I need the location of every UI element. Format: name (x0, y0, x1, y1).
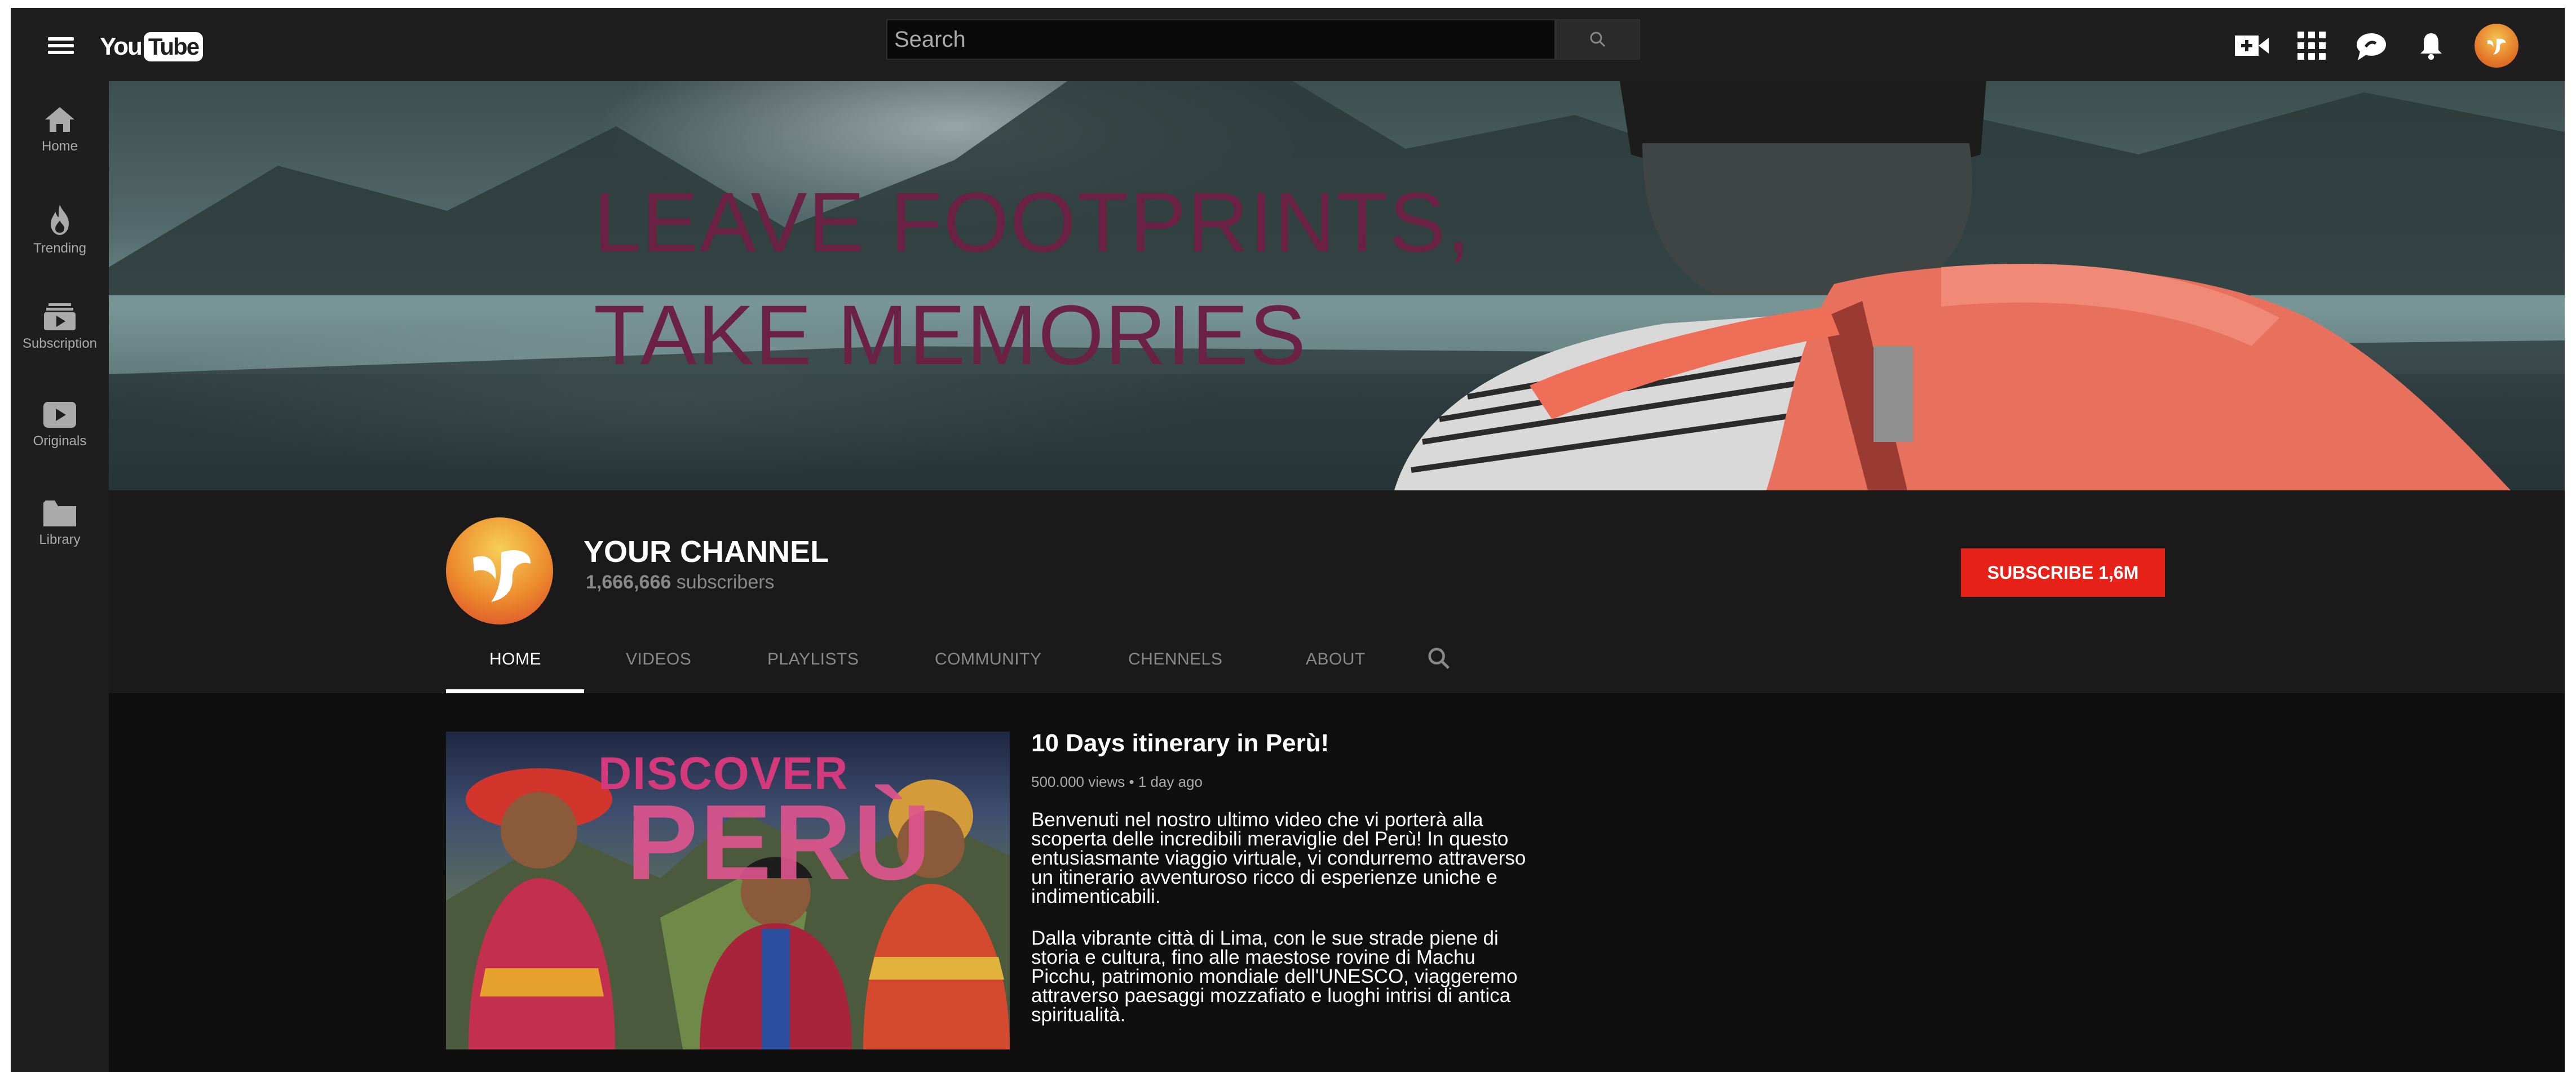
search-box (886, 19, 1556, 60)
menu-icon[interactable] (48, 37, 74, 54)
tab-channels[interactable]: CHENNELS (1128, 650, 1222, 693)
folder-icon (43, 500, 76, 526)
subscriber-count-label: subscribers (676, 572, 775, 593)
top-bar: You Tube (11, 8, 2565, 81)
account-avatar[interactable] (2475, 24, 2518, 68)
sidebar-item-label: Home (41, 139, 78, 154)
app-window: You Tube Search Home Trending Subscripti… (11, 8, 2565, 1072)
logo-tube-text: Tube (143, 32, 204, 61)
featured-video-thumbnail[interactable]: DISCOVER PERÙ (446, 732, 1010, 1049)
subscriber-count: 1,666,666 subscribers (586, 572, 775, 593)
notifications-button[interactable] (2411, 26, 2451, 65)
subscriptions-icon (44, 303, 76, 330)
sidebar: Home Trending Subscription Originals Lib… (11, 81, 109, 1072)
messages-icon (2357, 33, 2386, 60)
search-input[interactable] (887, 20, 1554, 59)
channel-banner: LEAVE FOOTPRINTS, TAKE MEMORIES (109, 81, 2565, 490)
youtube-logo[interactable]: You Tube (100, 29, 204, 64)
sidebar-item-label: Trending (33, 241, 86, 256)
sidebar-item-home[interactable]: Home (11, 98, 109, 171)
create-video-button[interactable] (2232, 26, 2272, 65)
video-description-paragraph-1: Benvenuti nel nostro ultimo video che vi… (1031, 809, 1526, 907)
apps-icon (2297, 32, 2326, 60)
tab-videos[interactable]: VIDEOS (626, 650, 691, 693)
channel-home-content: DISCOVER PERÙ 10 Days itinerary in Perù!… (109, 693, 2565, 1072)
messages-button[interactable] (2352, 26, 2391, 65)
logo-you-text: You (100, 33, 143, 60)
sidebar-item-label: Library (39, 532, 81, 547)
subscriber-count-number: 1,666,666 (586, 572, 671, 593)
notifications-icon (2420, 33, 2442, 60)
channel-logo-icon (473, 550, 531, 602)
create-video-icon (2235, 36, 2269, 56)
sidebar-item-label: Subscription (22, 336, 98, 351)
thumbnail-title-bottom: PERÙ (626, 783, 933, 902)
tab-about[interactable]: ABOUT (1306, 650, 1366, 693)
home-icon (45, 107, 74, 132)
originals-icon (43, 402, 76, 428)
tab-home[interactable]: HOME (489, 650, 541, 693)
sidebar-item-library[interactable]: Library (11, 493, 109, 566)
active-tab-indicator (446, 689, 584, 693)
tab-playlists[interactable]: PLAYLISTS (767, 650, 859, 693)
video-description-paragraph-2: Dalla vibrante città di Lima, con le sue… (1031, 927, 1518, 1026)
search-button[interactable] (1556, 19, 1640, 60)
channel-name: YOUR CHANNEL (584, 535, 829, 569)
channel-search-button[interactable] (1426, 645, 1452, 689)
featured-video-meta: 500.000 views • 1 day ago (1031, 773, 1203, 790)
sidebar-item-originals[interactable]: Originals (11, 394, 109, 467)
apps-button[interactable] (2292, 26, 2331, 65)
featured-video-title[interactable]: 10 Days itinerary in Perù! (1031, 729, 1329, 758)
flame-icon (51, 205, 69, 235)
channel-avatar[interactable] (446, 517, 553, 624)
header-actions (2232, 24, 2548, 68)
sidebar-item-subscription[interactable]: Subscription (11, 295, 109, 369)
tab-community[interactable]: COMMUNITY (935, 650, 1041, 693)
search-icon (1590, 32, 1606, 47)
sidebar-item-label: Originals (33, 433, 87, 449)
banner-hiker-image (1394, 81, 2511, 490)
sidebar-item-trending[interactable]: Trending (11, 197, 109, 270)
search-icon (1428, 648, 1450, 670)
subscribe-button[interactable]: SUBSCRIBE 1,6M (1961, 548, 2165, 597)
channel-logo-icon (2487, 38, 2506, 55)
channel-header: YOUR CHANNEL 1,666,666 subscribers SUBSC… (109, 490, 2565, 693)
